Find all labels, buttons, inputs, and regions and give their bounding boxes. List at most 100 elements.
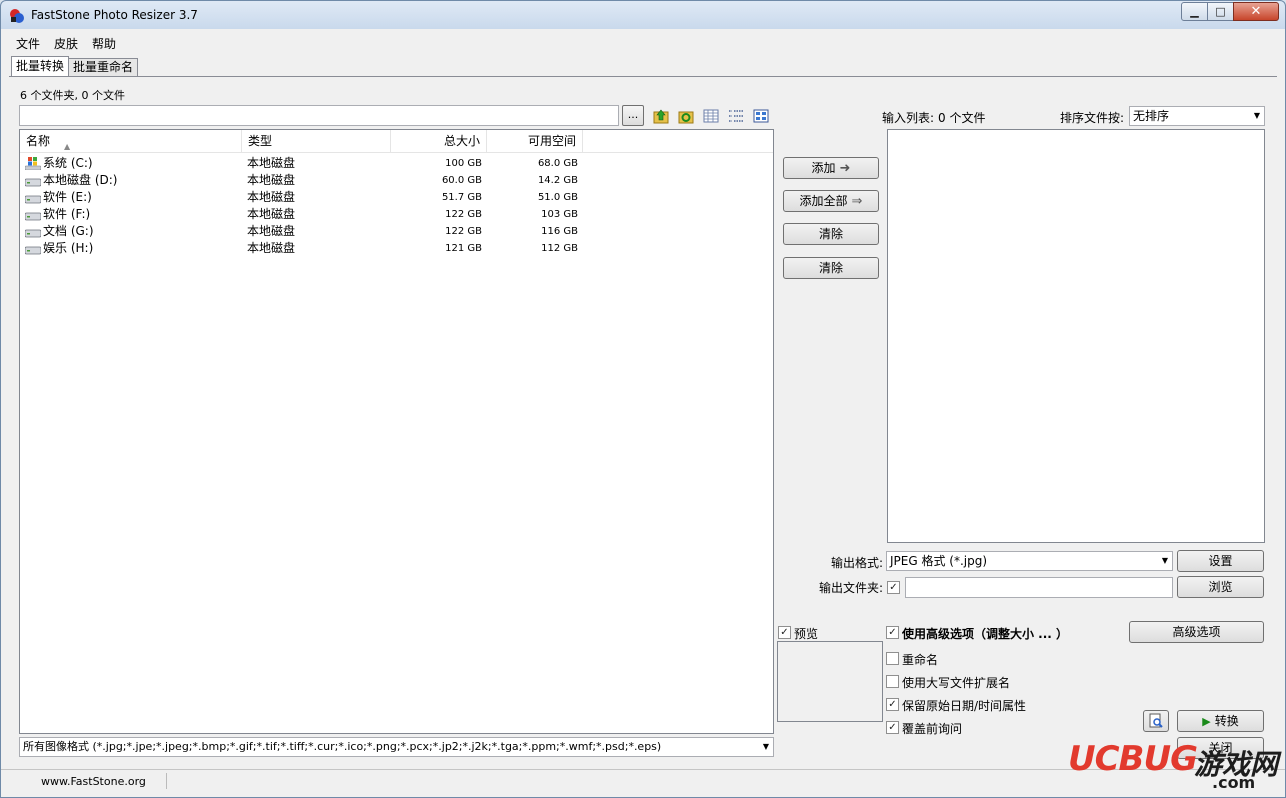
output-folder-browse-button[interactable]: 浏览 <box>1177 576 1264 598</box>
column-name[interactable]: 名称 ▲ <box>20 130 242 153</box>
row-free: 116 GB <box>541 226 578 237</box>
list-view-icon[interactable] <box>728 108 744 124</box>
window-title: FastStone Photo Resizer 3.7 <box>31 8 198 22</box>
row-type: 本地磁盘 <box>247 156 296 170</box>
preview-pane <box>777 641 883 722</box>
menu-file[interactable]: 文件 <box>9 35 47 53</box>
output-format-select[interactable]: JPEG 格式 (*.jpg) ▼ <box>886 551 1173 571</box>
play-icon: ▶ <box>1202 715 1211 728</box>
output-format-label: 输出格式: <box>831 556 884 570</box>
tab-divider <box>9 76 1277 77</box>
watermark-domain: .com <box>1212 773 1256 792</box>
rename-checkbox[interactable] <box>886 652 899 665</box>
table-row[interactable]: 文档 (G:) 本地磁盘 122 GB 116 GB <box>20 223 773 240</box>
path-input[interactable] <box>19 105 619 126</box>
window-controls: ▁ □ ✕ <box>1181 2 1279 21</box>
add-button-label: 添加 <box>811 161 836 175</box>
hard-drive-icon <box>25 246 41 255</box>
table-row[interactable]: 软件 (F:) 本地磁盘 122 GB 103 GB <box>20 206 773 223</box>
tab-batch-convert[interactable]: 批量转换 <box>11 56 70 77</box>
sort-select-value: 无排序 <box>1133 109 1170 123</box>
advanced-options-checkbox[interactable]: ✓ <box>886 626 899 639</box>
minimize-icon: ▁ <box>1190 5 1199 18</box>
sort-select[interactable]: 无排序 ▼ <box>1129 106 1265 126</box>
file-list[interactable]: 名称 ▲ 类型 总大小 可用空间 系统 (C:) 本地磁盘 100 GB 68.… <box>19 129 774 734</box>
arrow-right-icon: ➜ <box>839 161 851 176</box>
row-free: 112 GB <box>541 243 578 254</box>
input-file-list[interactable] <box>887 129 1265 543</box>
overwrite-prompt-checkbox[interactable]: ✓ <box>886 721 899 734</box>
column-type[interactable]: 类型 <box>242 130 391 153</box>
hard-drive-icon <box>25 178 41 187</box>
add-all-button[interactable]: 添加全部 ⇒ <box>783 190 879 212</box>
keep-date-checkbox[interactable]: ✓ <box>886 698 899 711</box>
remove-button[interactable]: 清除 <box>783 223 879 245</box>
preview-zoom-button[interactable] <box>1143 710 1169 732</box>
close-window-button[interactable]: ✕ <box>1233 2 1279 21</box>
output-format-value: JPEG 格式 (*.jpg) <box>890 554 988 568</box>
rename-label: 重命名 <box>902 653 939 667</box>
preview-label: 预览 <box>794 627 819 641</box>
app-logo-icon <box>10 9 24 23</box>
maximize-button[interactable]: □ <box>1207 2 1234 21</box>
add-button[interactable]: 添加 ➜ <box>783 157 879 179</box>
row-total: 122 GB <box>445 209 482 220</box>
row-total: 60.0 GB <box>441 175 482 186</box>
uppercase-ext-checkbox[interactable] <box>886 675 899 688</box>
hard-drive-icon <box>25 195 41 204</box>
menu-help[interactable]: 帮助 <box>85 35 123 53</box>
chevron-down-icon: ▼ <box>1253 111 1260 120</box>
format-settings-button[interactable]: 设置 <box>1177 550 1264 572</box>
chevron-down-icon: ▼ <box>1161 556 1168 565</box>
table-row[interactable]: 系统 (C:) 本地磁盘 100 GB 68.0 GB <box>20 155 773 172</box>
row-total: 100 GB <box>445 158 482 169</box>
column-type-label: 类型 <box>248 134 273 148</box>
table-row[interactable]: 软件 (E:) 本地磁盘 51.7 GB 51.0 GB <box>20 189 773 206</box>
clear-button[interactable]: 清除 <box>783 257 879 279</box>
maximize-icon: □ <box>1215 5 1226 18</box>
menu-skin[interactable]: 皮肤 <box>47 35 85 53</box>
website-link[interactable]: www.FastStone.org <box>41 775 146 788</box>
row-free: 51.0 GB <box>537 192 578 203</box>
thumbnail-view-icon[interactable] <box>753 108 769 124</box>
details-view-icon[interactable] <box>703 108 719 124</box>
double-arrow-right-icon: ⇒ <box>851 194 863 209</box>
refresh-icon[interactable] <box>678 108 694 124</box>
file-type-filter-value: 所有图像格式 (*.jpg;*.jpe;*.jpeg;*.bmp;*.gif;*… <box>23 740 662 753</box>
browse-path-button[interactable]: ... <box>622 105 644 126</box>
add-all-button-label: 添加全部 <box>799 194 848 208</box>
folder-up-icon[interactable] <box>653 108 669 124</box>
table-row[interactable]: 本地磁盘 (D:) 本地磁盘 60.0 GB 14.2 GB <box>20 172 773 189</box>
row-name: 软件 (F:) <box>43 207 91 221</box>
table-row[interactable]: 娱乐 (H:) 本地磁盘 121 GB 112 GB <box>20 240 773 257</box>
convert-button-label: 转换 <box>1214 714 1239 728</box>
folder-status: 6 个文件夹, 0 个文件 <box>20 89 125 102</box>
tab-batch-rename[interactable]: 批量重命名 <box>68 58 139 76</box>
row-name: 娱乐 (H:) <box>43 241 94 255</box>
output-folder-input[interactable] <box>905 577 1173 598</box>
row-type: 本地磁盘 <box>247 190 296 204</box>
watermark: UCBUG 游戏网 .com <box>1068 739 1283 797</box>
preview-checkbox[interactable]: ✓ <box>778 626 791 639</box>
uppercase-ext-label: 使用大写文件扩展名 <box>902 676 1011 690</box>
convert-button[interactable]: ▶ 转换 <box>1177 710 1264 732</box>
row-type: 本地磁盘 <box>247 207 296 221</box>
row-type: 本地磁盘 <box>247 224 296 238</box>
row-total: 122 GB <box>445 226 482 237</box>
row-free: 103 GB <box>541 209 578 220</box>
row-name: 本地磁盘 (D:) <box>43 173 118 187</box>
tab-strip: 批量转换 批量重命名 <box>11 56 139 77</box>
output-folder-checkbox[interactable]: ✓ <box>887 581 900 594</box>
file-type-filter-select[interactable]: 所有图像格式 (*.jpg;*.jpe;*.jpeg;*.bmp;*.gif;*… <box>19 737 774 757</box>
row-name: 系统 (C:) <box>43 156 93 170</box>
row-name: 文档 (G:) <box>43 224 94 238</box>
keep-date-label: 保留原始日期/时间属性 <box>902 699 1027 713</box>
sort-label: 排序文件按: <box>1060 111 1125 125</box>
column-free-space[interactable]: 可用空间 <box>487 130 583 153</box>
row-free: 68.0 GB <box>537 158 578 169</box>
minimize-button[interactable]: ▁ <box>1181 2 1208 21</box>
advanced-options-button[interactable]: 高级选项 <box>1129 621 1264 643</box>
column-name-label: 名称 <box>26 134 51 148</box>
chevron-down-icon: ▼ <box>762 742 769 751</box>
column-total-size[interactable]: 总大小 <box>391 130 487 153</box>
